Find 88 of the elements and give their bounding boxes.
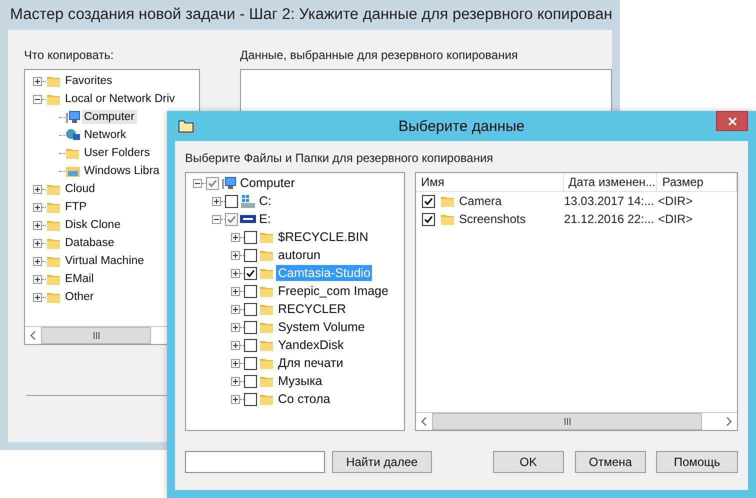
globe-icon: [65, 127, 81, 143]
expand-toggle[interactable]: [33, 274, 42, 284]
tree-item[interactable]: Windows Libra: [82, 164, 162, 178]
column-header[interactable]: Дата изменен...: [564, 173, 658, 191]
column-header[interactable]: Имя: [416, 173, 564, 191]
expand-toggle[interactable]: [231, 376, 240, 386]
tree-item[interactable]: Virtual Machine: [63, 254, 146, 268]
checkbox[interactable]: [225, 194, 238, 208]
tree-item[interactable]: Freepic_com Image: [276, 283, 390, 299]
expand-toggle[interactable]: [231, 358, 240, 368]
tree-item[interactable]: E:: [257, 211, 273, 227]
tree-item[interactable]: Local or Network Driv: [63, 92, 177, 106]
size-cell-text: <DIR>: [657, 194, 694, 208]
expand-toggle[interactable]: [231, 232, 240, 242]
tree-item[interactable]: Computer: [82, 110, 136, 124]
checkbox[interactable]: [244, 320, 257, 334]
tree-item[interactable]: Computer: [238, 175, 297, 191]
expand-toggle[interactable]: [212, 214, 221, 224]
tree-item[interactable]: Other: [63, 290, 96, 304]
tree-item[interactable]: Для печати: [276, 355, 346, 371]
dialog-title: Выберите данные: [398, 118, 525, 134]
tree-item[interactable]: autorun: [276, 247, 322, 263]
dialog-button[interactable]: Помощь: [656, 451, 738, 473]
close-icon: [728, 116, 736, 126]
expand-toggle[interactable]: [33, 292, 42, 302]
expand-toggle[interactable]: [33, 184, 42, 194]
tree-item[interactable]: C:: [257, 193, 274, 209]
expand-toggle[interactable]: [231, 286, 240, 296]
drive-icon: [240, 193, 256, 209]
horizontal-scrollbar[interactable]: [416, 412, 737, 430]
size-cell-text: <DIR>: [657, 212, 694, 226]
dialog-button[interactable]: OK: [492, 451, 564, 473]
expand-toggle[interactable]: [231, 322, 240, 332]
computer-icon: [221, 175, 237, 191]
search-field[interactable]: [185, 451, 325, 473]
tree-item[interactable]: EMail: [63, 272, 96, 286]
folder-icon: [178, 119, 194, 133]
tree-item[interactable]: YandexDisk: [276, 337, 346, 353]
expand-toggle[interactable]: [231, 268, 240, 278]
grip-icon: [92, 332, 100, 339]
tree-item[interactable]: Cloud: [63, 182, 98, 196]
tree-item[interactable]: Музыка: [276, 373, 324, 389]
tree-item[interactable]: Database: [63, 236, 116, 250]
instruction-text: Выберите Файлы и Папки для резервного копирования: [185, 151, 494, 165]
date-cell-text: 13.03.2017 14:...: [563, 194, 653, 208]
expand-toggle[interactable]: [231, 250, 240, 260]
expand-toggle[interactable]: [231, 340, 240, 350]
expand-toggle[interactable]: [193, 178, 202, 188]
tree-item[interactable]: FTP: [63, 200, 89, 214]
tree-item[interactable]: Network: [82, 128, 128, 142]
checkbox[interactable]: [244, 302, 257, 316]
close-button[interactable]: [716, 111, 748, 131]
checkbox[interactable]: [244, 284, 257, 298]
checkbox[interactable]: [422, 212, 435, 226]
checkbox[interactable]: [244, 338, 257, 352]
expand-toggle[interactable]: [33, 94, 42, 104]
window-title: Мастер создания новой задачи - Шаг 2: Укажите данные для резервного копирован: [10, 6, 612, 24]
expand-toggle[interactable]: [33, 76, 42, 86]
field-label: Данные, выбранные для резервного копирования: [240, 48, 519, 62]
checkbox[interactable]: [244, 374, 257, 388]
expand-toggle[interactable]: [231, 304, 240, 314]
checkbox[interactable]: [244, 230, 257, 244]
expand-toggle[interactable]: [33, 202, 42, 212]
tree-item[interactable]: RECYCLER: [276, 301, 348, 317]
date-cell-text: 21.12.2016 22:...: [563, 212, 653, 226]
checkbox[interactable]: [422, 194, 435, 208]
expand-toggle[interactable]: [212, 196, 221, 206]
checkbox[interactable]: [244, 392, 257, 406]
tree-item[interactable]: $RECYCLE.BIN: [276, 229, 370, 245]
tree-item[interactable]: Favorites: [63, 74, 114, 88]
computer-icon: [65, 109, 81, 125]
expand-toggle[interactable]: [33, 220, 42, 230]
file-name: Camera: [459, 194, 503, 208]
dialog-button[interactable]: Отмена: [574, 451, 646, 473]
expand-toggle[interactable]: [33, 238, 42, 248]
tree-item[interactable]: System Volume: [276, 319, 367, 335]
tree-item[interactable]: Со стола: [276, 391, 332, 407]
column-header[interactable]: Размер: [657, 173, 737, 191]
grip-icon: [564, 418, 570, 425]
file-name: Screenshots: [459, 212, 527, 226]
checkbox[interactable]: [244, 356, 257, 370]
field-label: Что копировать:: [24, 48, 115, 62]
tree-item[interactable]: User Folders: [82, 146, 152, 160]
checkbox[interactable]: [244, 248, 257, 262]
find-next-button[interactable]: Найти далее: [332, 451, 432, 473]
expand-toggle[interactable]: [231, 394, 240, 404]
tree-item[interactable]: Disk Clone: [63, 218, 123, 232]
expand-toggle[interactable]: [33, 256, 42, 266]
